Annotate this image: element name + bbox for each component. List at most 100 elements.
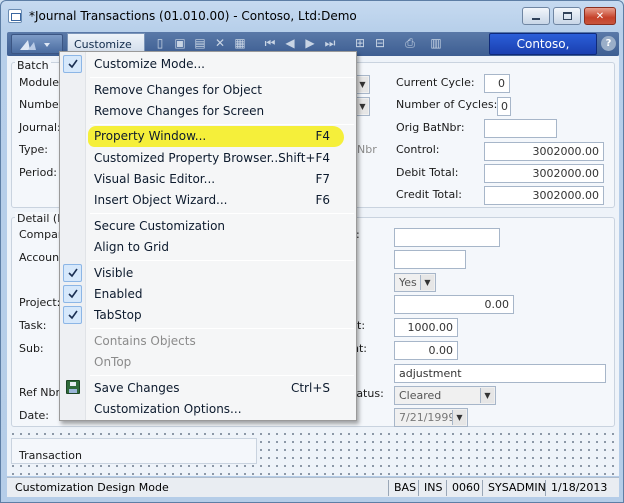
menu-item-remove-changes-screen[interactable]: Remove Changes for Screen: [60, 101, 356, 121]
journal-label: Journal:: [19, 121, 61, 134]
menu-item-insert-object-wizard[interactable]: Insert Object Wizard... F6: [60, 190, 356, 210]
company-button[interactable]: Contoso, Ltd:Demo: [489, 33, 597, 71]
orig-batnbr-field[interactable]: [484, 119, 557, 138]
checkmark-icon: [63, 264, 82, 282]
rate-field[interactable]: 0.00: [394, 341, 458, 360]
menu-item-visible[interactable]: Visible: [60, 263, 356, 283]
menu-item-label: Align to Grid: [94, 240, 169, 254]
menu-item-label: Customized Property Browser...: [94, 151, 282, 165]
yes-combo[interactable]: Yes ▼: [394, 273, 436, 292]
menu-item-align-to-grid[interactable]: Align to Grid: [60, 237, 356, 257]
description-field[interactable]: adjustment: [394, 364, 606, 383]
printer-icon[interactable]: ⎙: [403, 36, 417, 50]
qty-field[interactable]: 1000.00: [394, 318, 458, 337]
maximize-icon: [562, 12, 572, 20]
menu-item-property-window[interactable]: Property Window... F4: [60, 126, 356, 147]
next-record-icon[interactable]: ▶: [303, 36, 317, 50]
menu-item-customized-property-browser[interactable]: Customized Property Browser... Shift+F4: [60, 148, 356, 168]
close-icon: ✕: [595, 10, 605, 22]
notes-icon[interactable]: ▥: [429, 36, 443, 50]
yes-combo-value: Yes: [399, 276, 417, 289]
debit-total-field[interactable]: 3002000.00: [484, 164, 604, 183]
status-code: 0060: [452, 481, 480, 494]
ref-nbr-label: Ref Nbr:: [19, 386, 64, 399]
current-cycle-field[interactable]: 0: [484, 74, 510, 93]
chevron-down-icon: ▼: [356, 77, 368, 92]
menu-separator: [90, 124, 354, 125]
save-icon[interactable]: ▣: [173, 36, 187, 50]
title-bar[interactable]: *Journal Transactions (01.010.00) - Cont…: [1, 1, 623, 31]
maximize-button[interactable]: [553, 7, 581, 25]
customize-menu: Customize Mode... Remove Changes for Obj…: [59, 51, 357, 421]
first-record-icon[interactable]: ⏮: [263, 36, 277, 50]
module-label: Module:: [19, 76, 63, 89]
menu-item-label: Secure Customization: [94, 219, 226, 233]
checkmark-icon: [63, 55, 82, 73]
previous-record-icon[interactable]: ◀: [283, 36, 297, 50]
status-module: BAS: [394, 481, 417, 494]
chevron-down-icon: ▼: [356, 99, 368, 114]
credit-total-field[interactable]: 3002000.00: [484, 186, 604, 205]
status-mode: Customization Design Mode: [15, 481, 169, 494]
menu-item-customize-mode[interactable]: Customize Mode...: [60, 54, 356, 74]
menu-item-label: Visual Basic Editor...: [94, 172, 216, 186]
last-record-icon[interactable]: ⏭: [323, 36, 337, 50]
period-label: Period:: [19, 166, 58, 179]
close-button[interactable]: ✕: [584, 7, 616, 25]
credit-total-label: Credit Total:: [396, 188, 462, 201]
application-window: *Journal Transactions (01.010.00) - Cont…: [0, 0, 624, 503]
menu-item-enabled[interactable]: Enabled: [60, 284, 356, 304]
minimize-button[interactable]: [522, 7, 550, 25]
app-window-icon[interactable]: [8, 9, 22, 23]
date-combo[interactable]: 7/21/1999 ▼: [394, 408, 468, 427]
status-bar: Customization Design Mode BAS INS 0060 S…: [7, 477, 619, 497]
detail-field-1[interactable]: [394, 228, 500, 247]
date-combo-value: 7/21/1999: [399, 411, 456, 424]
task-label: Task:: [19, 319, 47, 332]
menu-item-shortcut: Shift+F4: [278, 151, 330, 165]
menu-item-label: Enabled: [94, 287, 143, 301]
help-icon[interactable]: ?: [601, 36, 616, 51]
menu-separator: [90, 375, 354, 376]
menu-item-save-changes[interactable]: Save Changes Ctrl+S: [60, 378, 356, 398]
print-preview-icon[interactable]: ▤: [193, 36, 207, 50]
menu-item-contains-objects: Contains Objects: [60, 331, 356, 351]
detail-field-2[interactable]: [394, 250, 466, 269]
menu-item-label: TabStop: [94, 308, 142, 322]
menu-item-tabstop[interactable]: TabStop: [60, 305, 356, 325]
project-label: Project:: [19, 296, 61, 309]
sub-label: Sub:: [19, 342, 44, 355]
control-label: Control:: [396, 143, 440, 156]
menu-separator: [90, 213, 354, 214]
cancel-icon[interactable]: ▦: [233, 36, 247, 50]
batch-group-label: Batch: [15, 59, 51, 72]
menu-item-customization-options[interactable]: Customization Options...: [60, 399, 356, 419]
number-combo-arrow[interactable]: ▼: [356, 97, 370, 116]
insert-row-icon[interactable]: ⊞: [353, 36, 367, 50]
status-ins: INS: [424, 481, 443, 494]
module-combo-arrow[interactable]: ▼: [356, 75, 370, 94]
amount-field[interactable]: 0.00: [394, 295, 514, 314]
status-combo[interactable]: Cleared ▼: [394, 386, 496, 405]
menu-item-visual-basic-editor[interactable]: Visual Basic Editor... F7: [60, 169, 356, 189]
orig-batnbr-label: Orig BatNbr:: [396, 121, 465, 134]
delete-icon[interactable]: ✕: [213, 36, 227, 50]
partial-t-label: t:: [357, 319, 366, 332]
menu-item-label: Remove Changes for Object: [94, 83, 262, 97]
number-of-cycles-field[interactable]: 0: [497, 97, 511, 116]
menu-item-shortcut: Ctrl+S: [290, 381, 330, 395]
menu-item-label: Save Changes: [94, 381, 180, 395]
menu-item-remove-changes-object[interactable]: Remove Changes for Object: [60, 80, 356, 100]
menu-item-shortcut: F4: [315, 129, 330, 143]
chevron-down-icon: ▼: [452, 410, 466, 425]
new-document-icon[interactable]: ▯: [153, 36, 167, 50]
status-divider: [545, 480, 546, 496]
menu-item-secure-customization[interactable]: Secure Customization: [60, 216, 356, 236]
control-field[interactable]: 3002000.00: [484, 142, 604, 161]
chevron-down-icon: ▼: [420, 275, 434, 290]
app-menu-button[interactable]: [11, 34, 63, 54]
status-user: SYSADMIN: [488, 481, 546, 494]
transaction-label: Transaction: [19, 449, 82, 462]
window-title: *Journal Transactions (01.010.00) - Cont…: [29, 9, 357, 23]
delete-row-icon[interactable]: ⊟: [373, 36, 387, 50]
